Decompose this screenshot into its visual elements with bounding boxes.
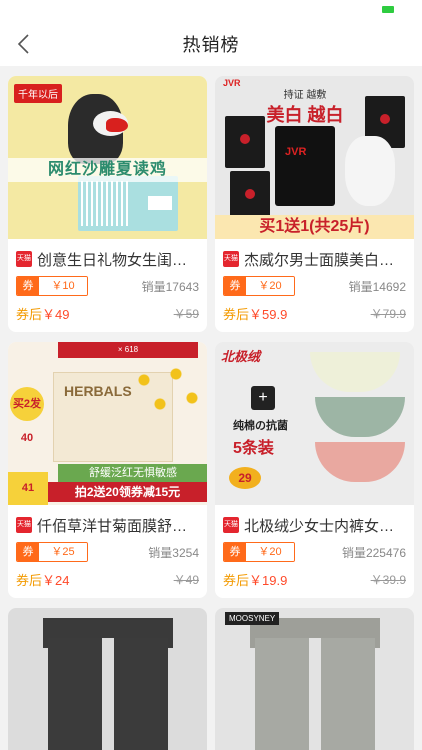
brand-tag: MOOSYNEY — [225, 612, 280, 625]
after-coupon-price: 券后￥24 — [16, 570, 69, 589]
product-card[interactable]: JVR JVR 持证 越敷 美白 越白 买1送1(共25片) 天猫 杰威尔男士面… — [215, 76, 414, 332]
coupon-value: ￥20 — [246, 543, 294, 561]
pants-legs — [48, 638, 168, 750]
status-bar — [0, 0, 422, 22]
coupon-button[interactable]: 券 ￥20 — [223, 542, 295, 562]
coupon-value: ￥10 — [39, 277, 87, 295]
sales-count: 销量225476 — [341, 545, 406, 560]
product-card[interactable]: MOOSYNEY — [215, 608, 414, 750]
product-title[interactable]: 创意生日礼物女生闺蜜创意 — [37, 249, 199, 270]
pack-label: JVR — [285, 146, 307, 158]
original-price: ￥49 — [173, 573, 199, 587]
after-coupon-value: ￥19.9 — [249, 573, 288, 588]
promo-circle: 买2发40 — [10, 387, 44, 444]
promo-topbar: × 618 — [58, 342, 198, 358]
garment-cream — [310, 352, 400, 392]
image-headline: 持证 越敷 美白 越白 — [245, 86, 365, 127]
after-coupon-label: 券后 — [16, 307, 43, 322]
brand-logo: 北极绒 — [221, 349, 261, 364]
plus-icon: + — [251, 386, 275, 410]
product-card[interactable] — [8, 608, 207, 750]
after-coupon-value: ￥49 — [42, 307, 70, 322]
promo-banner: 拍2送20领券减15元 — [48, 482, 207, 502]
after-coupon-label: 券后 — [16, 573, 43, 588]
product-title[interactable]: 仟佰草洋甘菊面膜舒缓补水 — [37, 515, 199, 536]
headline-sub: 持证 越敷 — [283, 90, 327, 101]
product-image[interactable] — [8, 608, 207, 750]
sales-count: 销量3254 — [148, 545, 199, 560]
product-title[interactable]: 北极绒少女士内裤女纯棉抗菌 — [244, 515, 406, 536]
coupon-button[interactable]: 券 ￥20 — [223, 276, 295, 296]
tmall-icon: 天猫 — [16, 517, 32, 533]
garment-green — [315, 397, 405, 437]
product-image[interactable]: 千年以后 网红沙雕夏读鸡 — [8, 76, 207, 239]
coupon-button[interactable]: 券 ￥10 — [16, 276, 88, 296]
back-button[interactable] — [8, 22, 40, 66]
product-card[interactable]: 北极绒 + 纯棉の抗菌 5条装 29 天猫 北极绒少女士内裤女纯棉抗菌 券 ￥2… — [215, 342, 414, 598]
chevron-left-icon — [17, 34, 29, 54]
product-image[interactable]: MOOSYNEY — [215, 608, 414, 750]
after-coupon-value: ￥24 — [42, 573, 70, 588]
gift-box-pattern — [78, 181, 128, 226]
after-coupon-value: ￥59.9 — [249, 307, 288, 322]
gift-card — [148, 196, 172, 210]
brand-logo: JVR — [223, 78, 241, 88]
coupon-button[interactable]: 券 ￥25 — [16, 542, 88, 562]
original-price: ￥59 — [173, 307, 199, 321]
page-title: 热销榜 — [182, 35, 240, 55]
coupon-label: 券 — [17, 543, 39, 561]
flowers-decoration — [128, 362, 207, 422]
coupon-label: 券 — [224, 277, 246, 295]
product-image[interactable]: 北极绒 + 纯棉の抗菌 5条装 29 — [215, 342, 414, 505]
original-price: ￥79.9 — [370, 307, 406, 321]
original-price: ￥39.9 — [370, 573, 406, 587]
coupon-label: 券 — [17, 277, 39, 295]
tmall-icon: 天猫 — [223, 517, 239, 533]
image-caption: 网红沙雕夏读鸡 — [8, 158, 207, 182]
product-image[interactable]: × 618 HERBALS 买2发40 舒缓泛红无惧敏感 拍2送20领券减15元… — [8, 342, 207, 505]
image-label-count: 5条装 — [233, 440, 274, 457]
image-caption: 买1送1(共25片) — [215, 215, 414, 239]
product-image[interactable]: JVR JVR 持证 越敷 美白 越白 买1送1(共25片) — [215, 76, 414, 239]
garment-pink — [315, 442, 405, 482]
after-coupon-label: 券后 — [223, 573, 250, 588]
box-label: HERBALS — [64, 383, 132, 399]
nav-bar: 热销榜 — [0, 22, 422, 66]
tmall-icon: 天猫 — [223, 251, 239, 267]
coupon-label: 券 — [224, 543, 246, 561]
face-mask — [345, 136, 395, 206]
price-tag: 41 — [8, 472, 48, 505]
sales-count: 销量17643 — [141, 279, 199, 294]
tmall-icon: 天猫 — [16, 251, 32, 267]
after-coupon-price: 券后￥49 — [16, 304, 69, 323]
product-grid: 千年以后 网红沙雕夏读鸡 天猫 创意生日礼物女生闺蜜创意 券 ￥10 销量176… — [0, 66, 422, 750]
after-coupon-label: 券后 — [223, 307, 250, 322]
image-label: 纯棉の抗菌 — [233, 420, 288, 432]
product-card[interactable]: 千年以后 网红沙雕夏读鸡 天猫 创意生日礼物女生闺蜜创意 券 ￥10 销量176… — [8, 76, 207, 332]
battery-icon — [382, 6, 394, 13]
after-coupon-price: 券后￥59.9 — [223, 304, 287, 323]
mask-pack-main: JVR — [275, 126, 335, 206]
promo-banner: 舒缓泛红无惧敏感 — [58, 464, 207, 482]
image-badge: 千年以后 — [14, 84, 62, 103]
sales-count: 销量14692 — [348, 279, 406, 294]
coupon-value: ￥25 — [39, 543, 87, 561]
pants-legs — [255, 638, 375, 750]
coupon-value: ￥20 — [246, 277, 294, 295]
product-title[interactable]: 杰威尔男士面膜美白补水 — [244, 249, 406, 270]
after-coupon-price: 券后￥19.9 — [223, 570, 287, 589]
toy-beak — [106, 118, 128, 132]
price-badge: 29 — [229, 467, 261, 489]
headline-main: 美白 越白 — [266, 105, 344, 125]
product-card[interactable]: × 618 HERBALS 买2发40 舒缓泛红无惧敏感 拍2送20领券减15元… — [8, 342, 207, 598]
